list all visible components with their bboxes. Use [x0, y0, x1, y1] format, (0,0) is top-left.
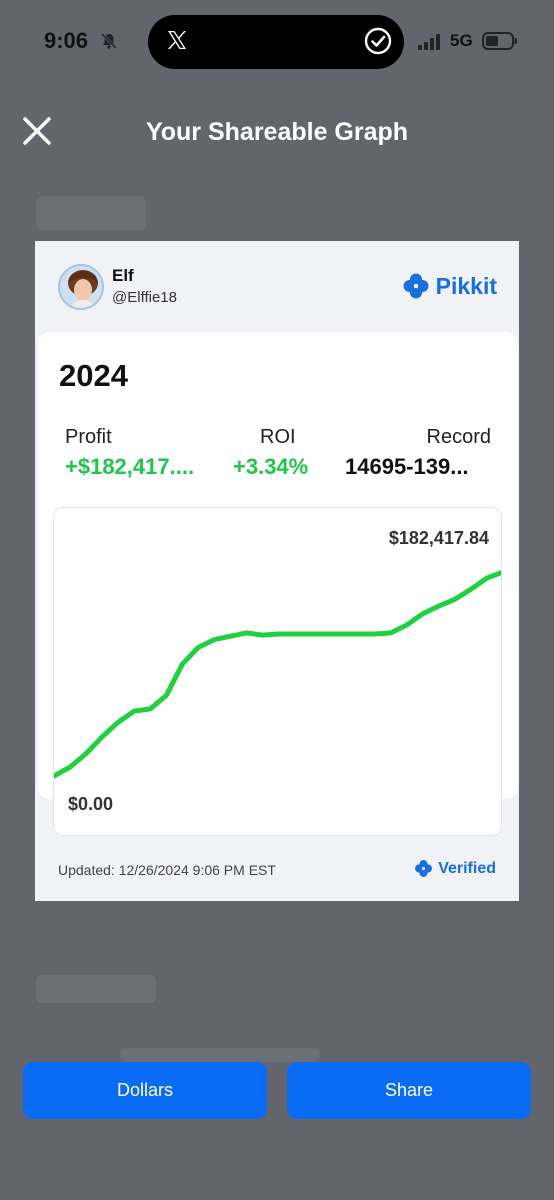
profit-label: Profit: [65, 426, 112, 448]
status-time: 9:06: [44, 28, 89, 53]
shareable-card: Elf @Elffie18 Pikkit 2024 Profit +$182,4…: [35, 241, 519, 901]
battery-icon: [482, 32, 517, 50]
check-circle-icon: [364, 27, 392, 55]
verified-label: Verified: [438, 859, 496, 877]
verified-badge: Verified: [414, 859, 496, 878]
network-type: 5G: [450, 31, 473, 50]
year-title: 2024: [59, 358, 128, 393]
clover-icon: [415, 860, 433, 877]
dollars-button[interactable]: Dollars: [23, 1062, 267, 1119]
user-name: Elf: [112, 266, 134, 285]
x-logo-icon: [168, 31, 186, 49]
avatar: [58, 264, 104, 310]
profit-line-chart: [54, 570, 501, 779]
page-title: Your Shareable Graph: [145, 118, 409, 146]
status-bar: 9:06 5G: [0, 0, 554, 86]
profit-graph: $182,417.84 $0.00: [53, 507, 502, 836]
record-label: Record: [426, 426, 491, 448]
share-button[interactable]: Share: [287, 1062, 531, 1119]
profit-series-line: [54, 570, 501, 779]
brand-logo: Pikkit: [402, 272, 497, 300]
profit-value: +$182,417....: [65, 454, 195, 479]
brand-name: Pikkit: [435, 272, 497, 299]
roi-label: ROI: [260, 426, 296, 448]
user-handle: @Elffie18: [112, 289, 177, 306]
graph-max-label: $182,417.84: [388, 528, 489, 548]
roi-value: +3.34%: [233, 454, 309, 479]
record-value: 14695-139...: [345, 454, 469, 479]
signal-icon: [418, 34, 440, 50]
updated-timestamp: Updated: 12/26/2024 9:06 PM EST: [58, 862, 276, 878]
bell-off-icon: [100, 32, 118, 50]
clover-icon: [403, 273, 429, 299]
graph-min-label: $0.00: [68, 794, 114, 814]
stats-panel: 2024 Profit +$182,417.... ROI +3.34% Rec…: [38, 332, 518, 836]
